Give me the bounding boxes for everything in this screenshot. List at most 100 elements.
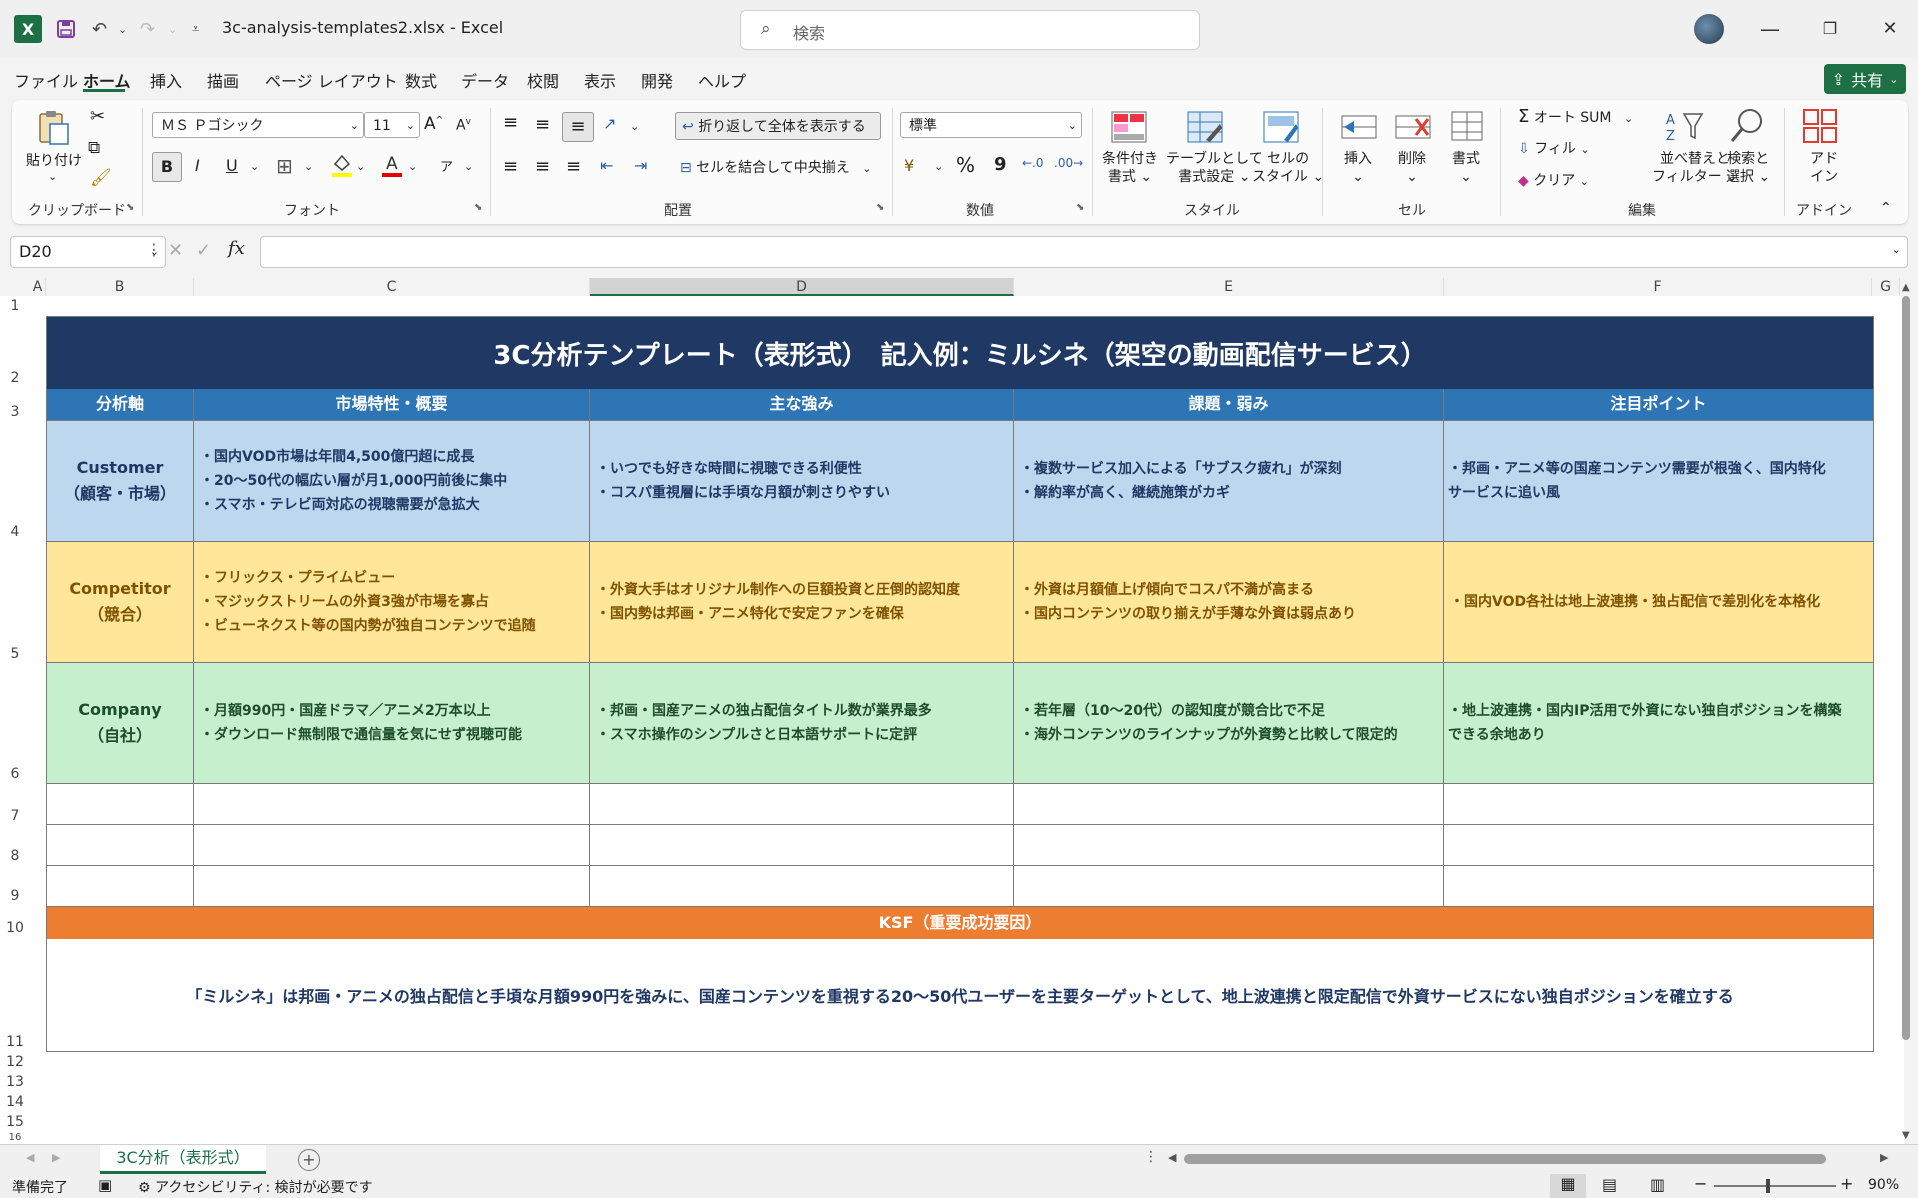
ksf-text[interactable]: 「ミルシネ」は邦画・アニメの独占配信と手頃な月額990円を強みに、国産コンテンツ… — [47, 939, 1873, 1051]
redo-dropdown-icon[interactable]: ⌄ — [168, 14, 177, 44]
close-button[interactable]: ✕ — [1870, 14, 1910, 44]
insert-cells-button[interactable]: 挿入 ⌄ — [1344, 150, 1372, 186]
fill-color-dropdown-icon[interactable]: ⌄ — [356, 160, 365, 173]
empty-cell[interactable] — [194, 784, 590, 825]
company-strengths-cell[interactable]: ・邦画・国産アニメの独占配信タイトル数が業界最多 ・スマホ操作のシンプルさと日本語… — [590, 663, 1014, 784]
align-bottom-icon[interactable]: ≡ — [562, 112, 594, 142]
tab-page-layout[interactable]: ページ レイアウト — [265, 68, 398, 92]
font-color-icon[interactable]: A — [380, 152, 404, 182]
row-header[interactable]: 8 — [0, 848, 30, 864]
bold-button[interactable]: B — [152, 152, 182, 182]
orientation-icon[interactable]: ↗ — [603, 114, 616, 133]
row-header[interactable]: 11 — [0, 1034, 30, 1050]
paste-button[interactable]: 貼り付け — [26, 150, 82, 170]
more-options-icon[interactable]: ⋮ — [146, 240, 162, 259]
column-header[interactable]: A — [30, 278, 46, 296]
competitor-weaknesses-cell[interactable]: ・外資は月額値上げ傾向でコスパ不満が高まる ・国内コンテンツの取り揃えが手薄な外資… — [1014, 542, 1444, 663]
sort-filter-icon[interactable]: AZ — [1664, 108, 1704, 146]
empty-cell[interactable] — [47, 866, 194, 907]
empty-cell[interactable] — [194, 866, 590, 907]
currency-dropdown-icon[interactable]: ⌄ — [934, 160, 943, 173]
fill-color-icon[interactable] — [330, 152, 354, 182]
format-painter-icon[interactable]: 🖌 — [90, 168, 112, 188]
empty-cell[interactable] — [590, 784, 1014, 825]
row-header[interactable]: 4 — [0, 524, 30, 540]
name-box[interactable]: D20 ⌄ — [10, 236, 166, 268]
zoom-level[interactable]: 90% — [1868, 1177, 1899, 1193]
merge-center-button[interactable]: ⊟ セルを結合して中央揃え ⌄ — [680, 157, 871, 177]
cancel-entry-icon[interactable]: ✕ — [168, 240, 183, 261]
tab-split-handle-icon[interactable]: ⋮ — [1144, 1149, 1158, 1165]
sheet-title[interactable]: 3C分析テンプレート（表形式） 記入例：ミルシネ（架空の動画配信サービス） — [47, 317, 1873, 389]
find-select-icon[interactable] — [1728, 106, 1768, 144]
formula-input[interactable]: ⌄ — [260, 236, 1908, 268]
column-header[interactable]: B — [46, 278, 194, 296]
format-cells-icon[interactable] — [1448, 108, 1488, 146]
autosum-button[interactable]: Σ オート SUM ⌄ — [1518, 106, 1633, 127]
undo-icon[interactable]: ↶ — [92, 14, 107, 44]
confirm-entry-icon[interactable]: ✓ — [196, 240, 211, 261]
empty-cell[interactable] — [1014, 825, 1444, 866]
row-header[interactable]: 15 — [0, 1114, 30, 1130]
tab-data[interactable]: データ — [461, 68, 509, 92]
undo-dropdown-icon[interactable]: ⌄ — [118, 14, 127, 44]
zoom-in-icon[interactable]: + — [1840, 1174, 1853, 1193]
share-button[interactable]: ⇪ 共有 ⌄ — [1824, 64, 1906, 94]
copy-icon[interactable]: ⧉ — [88, 138, 100, 158]
search-box[interactable]: ⌕ 検索 — [740, 10, 1200, 50]
conditional-formatting-icon[interactable] — [1110, 110, 1150, 148]
addins-button[interactable]: アド イン — [1810, 150, 1838, 186]
save-icon[interactable] — [56, 14, 76, 44]
borders-dropdown-icon[interactable]: ⌄ — [304, 160, 313, 173]
number-format-dropdown[interactable]: 標準 ⌄ — [900, 112, 1082, 138]
empty-cell[interactable] — [1444, 866, 1873, 907]
increase-font-size-icon[interactable]: A^ — [424, 114, 443, 134]
decrease-decimal-icon[interactable]: .00→ — [1054, 156, 1083, 170]
header-axis[interactable]: 分析軸 — [47, 389, 194, 421]
add-sheet-button[interactable]: + — [298, 1149, 320, 1171]
horizontal-scroll-thumb[interactable] — [1184, 1154, 1826, 1164]
phonetic-dropdown-icon[interactable]: ⌄ — [464, 160, 473, 173]
borders-icon[interactable]: ⊞ — [276, 154, 293, 178]
cell-styles-button[interactable]: セルの スタイル ⌄ — [1252, 150, 1324, 186]
font-name-dropdown[interactable]: ＭＳ Ｐゴシック ⌄ — [152, 112, 364, 138]
scroll-left-icon[interactable]: ◀ — [1168, 1151, 1176, 1164]
dialog-launcher-icon[interactable]: ⬊ — [126, 202, 134, 213]
addins-icon[interactable] — [1802, 108, 1842, 146]
expand-formula-bar-icon[interactable]: ⌄ — [1892, 243, 1901, 256]
cell-styles-icon[interactable] — [1262, 110, 1302, 148]
delete-cells-button[interactable]: 削除 ⌄ — [1398, 150, 1426, 186]
dialog-launcher-icon[interactable]: ⬊ — [876, 202, 884, 213]
column-header[interactable]: G — [1872, 278, 1900, 296]
percent-icon[interactable]: % — [956, 153, 975, 177]
fill-button[interactable]: ⇩ フィル ⌄ — [1518, 138, 1590, 158]
empty-cell[interactable] — [47, 825, 194, 866]
row-header[interactable]: 6 — [0, 766, 30, 782]
underline-dropdown-icon[interactable]: ⌄ — [250, 160, 259, 173]
font-size-dropdown[interactable]: 11 ⌄ — [364, 112, 420, 138]
scroll-up-icon[interactable]: ▲ — [1902, 282, 1910, 293]
page-break-view-icon[interactable]: ▥ — [1650, 1175, 1665, 1194]
empty-cell[interactable] — [1444, 784, 1873, 825]
column-header[interactable]: F — [1444, 278, 1872, 296]
find-select-button[interactable]: 検索と 選択 ⌄ — [1726, 150, 1770, 186]
competitor-points-cell[interactable]: ・国内VOD各社は地上波連携・独占配信で差別化を本格化 — [1444, 542, 1873, 663]
row-header[interactable]: 1 — [0, 298, 30, 314]
competitor-strengths-cell[interactable]: ・外資大手はオリジナル制作への巨額投資と圧倒的認知度 ・国内勢は邦画・アニメ特化で… — [590, 542, 1014, 663]
page-layout-view-icon[interactable]: ▤ — [1602, 1175, 1617, 1194]
currency-icon[interactable]: ¥ — [904, 156, 914, 175]
tab-help[interactable]: ヘルプ — [698, 68, 746, 92]
header-weaknesses[interactable]: 課題・弱み — [1014, 389, 1444, 421]
italic-button[interactable]: I — [195, 156, 200, 175]
normal-view-icon[interactable]: ▦ — [1550, 1174, 1586, 1198]
column-header-selected[interactable]: D — [590, 278, 1014, 296]
customer-points-cell[interactable]: ・邦画・アニメ等の国産コンテンツ需要が根強く、国内特化 サービスに追い風 — [1444, 421, 1873, 542]
header-market[interactable]: 市場特性・概要 — [194, 389, 590, 421]
tab-insert[interactable]: 挿入 — [150, 68, 182, 92]
tab-file[interactable]: ファイル — [14, 68, 78, 92]
insert-function-icon[interactable]: fx — [228, 238, 245, 259]
align-top-icon[interactable]: ≡ — [503, 112, 518, 133]
zoom-out-icon[interactable]: − — [1694, 1174, 1707, 1193]
align-left-icon[interactable]: ≡ — [503, 156, 518, 177]
empty-cell[interactable] — [590, 825, 1014, 866]
